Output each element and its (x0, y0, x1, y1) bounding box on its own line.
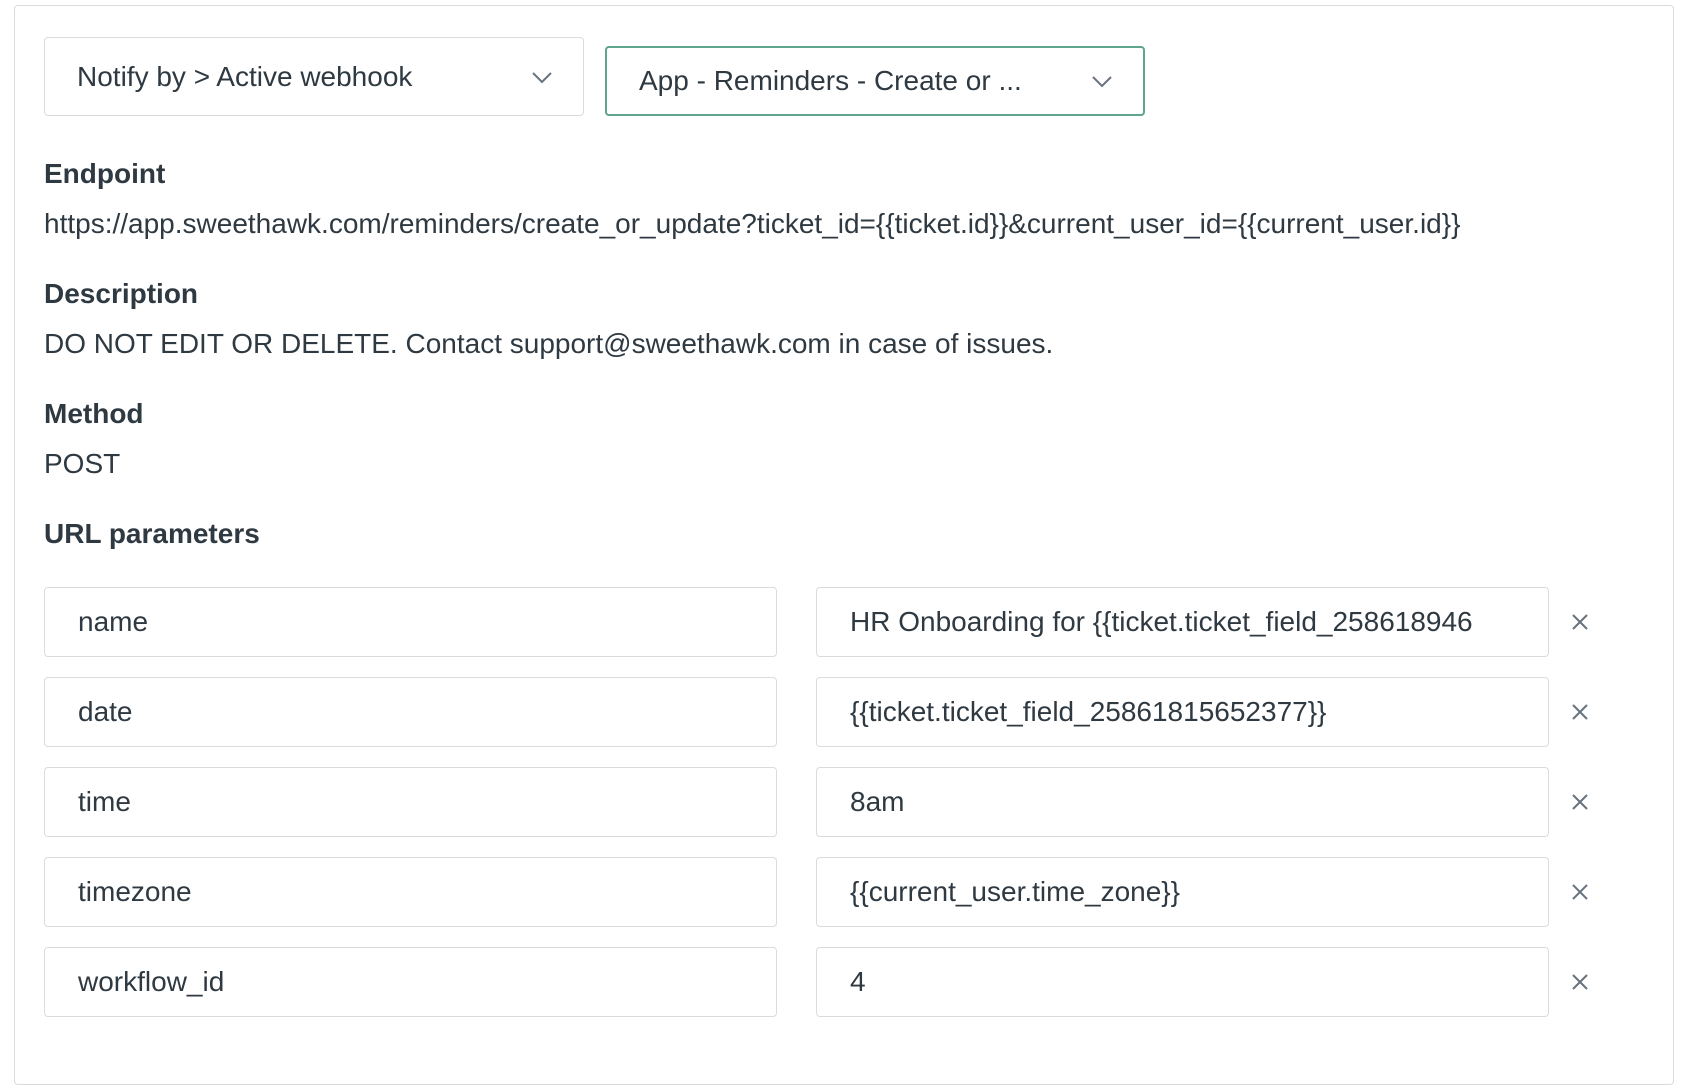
notify-by-dropdown-value: Notify by > Active webhook (77, 60, 413, 92)
close-icon[interactable] (1568, 790, 1592, 814)
url-param-key-value: name (78, 606, 149, 637)
endpoint-value: https://app.sweethawk.com/reminders/crea… (44, 208, 1461, 239)
description-value: DO NOT EDIT OR DELETE. Contact support@s… (44, 328, 1054, 359)
url-param-value-input[interactable]: 8am (816, 767, 1549, 837)
url-param-value-text: HR Onboarding for {{ticket.ticket_field_… (850, 606, 1473, 637)
description-label: Description (44, 278, 199, 309)
close-icon[interactable] (1568, 700, 1592, 724)
url-param-value-text: 8am (850, 786, 905, 817)
url-param-key-input[interactable]: timezone (44, 857, 777, 927)
chevron-down-icon (532, 71, 552, 83)
chevron-down-icon (1092, 76, 1112, 88)
url-param-value-input[interactable]: {{current_user.time_zone}} (816, 857, 1549, 927)
url-param-key-value: workflow_id (78, 966, 225, 997)
url-param-value-input[interactable]: HR Onboarding for {{ticket.ticket_field_… (816, 587, 1549, 657)
url-param-value-input[interactable]: {{ticket.ticket_field_25861815652377}} (816, 677, 1549, 747)
endpoint-label: Endpoint (44, 158, 166, 189)
url-param-key-value: time (78, 786, 131, 817)
url-param-value-text: 4 (850, 966, 866, 997)
close-icon[interactable] (1568, 610, 1592, 634)
webhook-dropdown-value: App - Reminders - Create or ... (639, 65, 1022, 96)
url-parameters-label: URL parameters (44, 518, 260, 549)
url-param-key-value: timezone (78, 876, 192, 907)
url-param-value-text: {{ticket.ticket_field_25861815652377}} (850, 696, 1327, 727)
webhook-dropdown[interactable]: App - Reminders - Create or ... (605, 46, 1145, 116)
method-value: POST (44, 448, 121, 479)
url-param-key-input[interactable]: date (44, 677, 777, 747)
url-param-key-input[interactable]: time (44, 767, 777, 837)
close-icon[interactable] (1568, 880, 1592, 904)
notify-by-dropdown[interactable]: Notify by > Active webhook (44, 37, 584, 116)
url-param-value-text: {{current_user.time_zone}} (850, 876, 1181, 907)
url-param-key-input[interactable]: workflow_id (44, 947, 777, 1017)
url-param-value-input[interactable]: 4 (816, 947, 1549, 1017)
url-param-key-input[interactable]: name (44, 587, 777, 657)
url-param-key-value: date (78, 696, 133, 727)
close-icon[interactable] (1568, 970, 1592, 994)
method-label: Method (44, 398, 144, 429)
